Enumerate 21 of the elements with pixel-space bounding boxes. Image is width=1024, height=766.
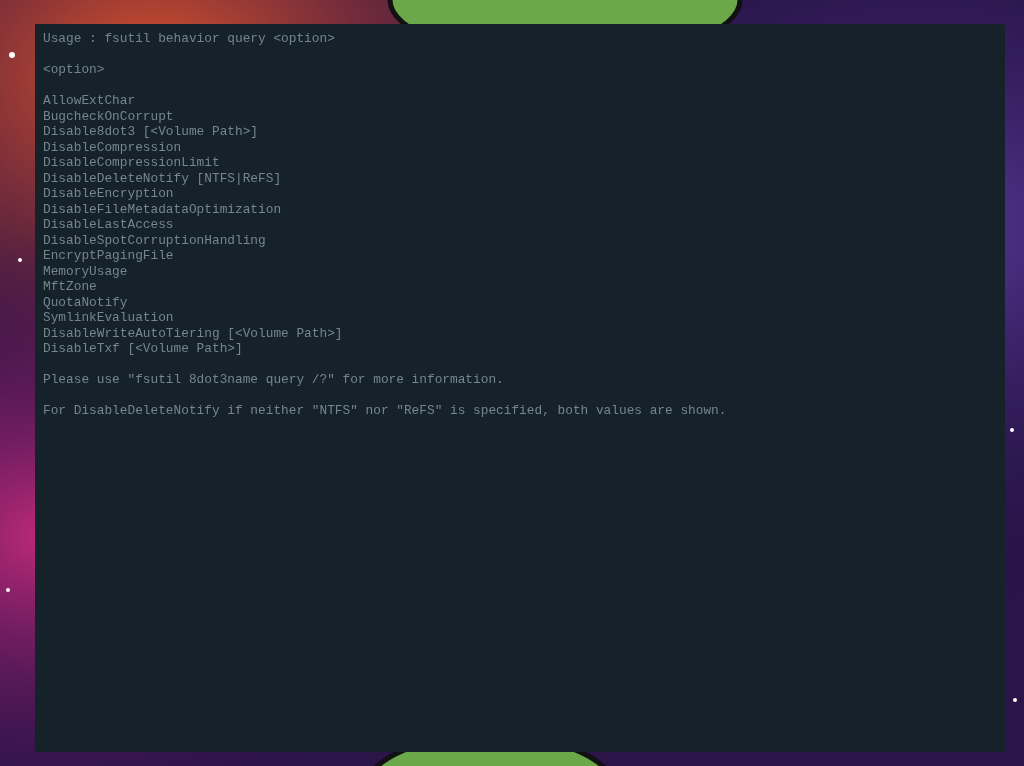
option-line: EncryptPagingFile <box>43 248 175 264</box>
option-line: MemoryUsage <box>43 263 129 279</box>
option-line: BugcheckOnCorrupt <box>43 108 175 124</box>
option-line: DisableEncryption <box>43 186 175 202</box>
option-line: DisableSpotCorruptionHandling <box>43 232 267 248</box>
option-line: MftZone <box>43 279 98 295</box>
option-line: DisableWriteAutoTiering [<Volume Path>] <box>43 325 344 341</box>
note-line: For DisableDeleteNotify if neither "NTFS" nor "ReFS" is specified, both values are shown. <box>43 403 728 419</box>
option-line: DisableCompression <box>43 139 183 155</box>
option-line: DisableTxf [<Volume Path>] <box>43 341 244 357</box>
usage-line: Usage : fsutil behavior query <option> <box>43 31 336 47</box>
options-heading: <option> <box>43 62 106 78</box>
note-line: Please use "fsutil 8dot3name query /?" for more information. <box>43 372 505 388</box>
option-line: DisableDeleteNotify [NTFS|ReFS] <box>43 170 283 186</box>
option-line: DisableFileMetadataOptimization <box>43 201 283 217</box>
option-line: Disable8dot3 [<Volume Path>] <box>43 124 260 140</box>
option-line: DisableCompressionLimit <box>43 155 221 171</box>
option-line: DisableLastAccess <box>43 217 175 233</box>
option-line: SymlinkEvaluation <box>43 310 175 326</box>
option-line: AllowExtChar <box>43 93 137 109</box>
option-line: QuotaNotify <box>43 294 129 310</box>
